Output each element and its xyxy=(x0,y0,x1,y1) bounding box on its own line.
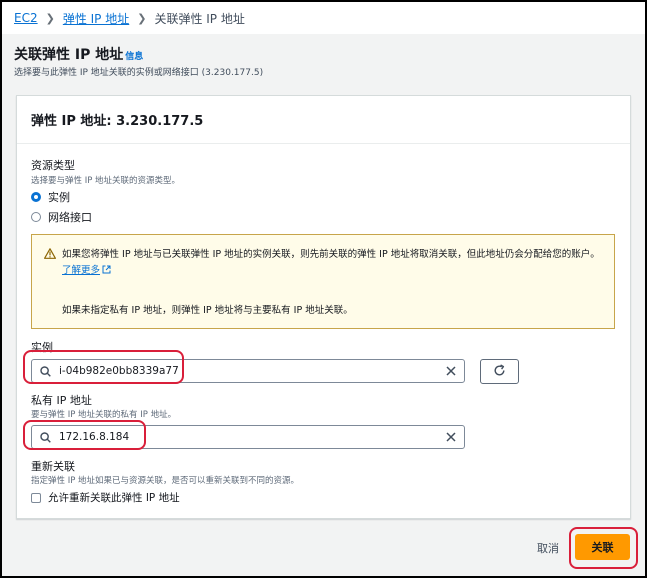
private-ip-description: 要与弹性 IP 地址关联的私有 IP 地址。 xyxy=(31,410,177,420)
alert-text-1: 如果您将弹性 IP 地址与已关联弹性 IP 地址的实例关联，则先前关联的弹性 I… xyxy=(62,249,600,260)
reassociation-label: 重新关联 xyxy=(31,460,75,473)
private-ip-value: 172.16.8.184 xyxy=(59,431,130,443)
radio-instance-label: 实例 xyxy=(48,191,70,204)
radio-network-interface[interactable]: 网络接口 xyxy=(31,209,92,225)
refresh-button[interactable] xyxy=(480,359,519,384)
breadcrumb-ec2[interactable]: EC2 xyxy=(14,11,38,25)
page-title: 关联弹性 IP 地址 xyxy=(14,47,124,63)
breadcrumb-elastic-ip[interactable]: 弹性 IP 地址 xyxy=(63,10,129,27)
info-link[interactable]: 信息 xyxy=(125,49,143,62)
allow-reassociation-control[interactable] xyxy=(31,492,41,503)
close-icon[interactable] xyxy=(446,366,456,376)
private-ip-search-input[interactable]: 172.16.8.184 xyxy=(31,425,465,449)
page-title-row: 关联弹性 IP 地址 信息 xyxy=(14,44,143,64)
instance-label: 实例 xyxy=(31,341,53,354)
warning-alert: 如果您将弹性 IP 地址与已关联弹性 IP 地址的实例关联，则先前关联的弹性 I… xyxy=(31,234,615,329)
radio-instance-control[interactable] xyxy=(31,192,41,202)
radio-instance[interactable]: 实例 xyxy=(31,189,70,205)
allow-reassociation-label: 允许重新关联此弹性 IP 地址 xyxy=(48,492,180,504)
resource-type-description: 选择要与弹性 IP 地址关联的资源类型。 xyxy=(31,176,181,186)
refresh-icon xyxy=(493,362,506,381)
learn-more-link[interactable]: 了解更多 xyxy=(62,265,111,276)
allow-reassociation-checkbox[interactable]: 允许重新关联此弹性 IP 地址 xyxy=(31,490,180,505)
search-icon xyxy=(40,431,51,443)
resource-type-label: 资源类型 xyxy=(31,159,75,172)
radio-network-interface-control[interactable] xyxy=(31,212,41,222)
elastic-ip-card: 弹性 IP 地址: 3.230.177.5 资源类型 选择要与弹性 IP 地址关… xyxy=(16,95,631,519)
alert-message-1: 如果您将弹性 IP 地址与已关联弹性 IP 地址的实例关联，则先前关联的弹性 I… xyxy=(62,247,600,279)
alert-message-2: 如果未指定私有 IP 地址，则弹性 IP 地址将与主要私有 IP 地址关联。 xyxy=(62,305,353,316)
warning-icon xyxy=(44,248,56,265)
private-ip-label: 私有 IP 地址 xyxy=(31,394,92,407)
chevron-right-icon: ❯ xyxy=(45,11,55,25)
instance-search-input[interactable]: i-04b982e0bb8339a77 xyxy=(31,359,465,383)
instance-value: i-04b982e0bb8339a77 xyxy=(59,365,179,377)
breadcrumb-current: 关联弹性 IP 地址 xyxy=(154,11,245,26)
breadcrumb: EC2 ❯ 弹性 IP 地址 ❯ 关联弹性 IP 地址 xyxy=(2,2,645,34)
cancel-button[interactable]: 取消 xyxy=(537,540,559,556)
page-description: 选择要与此弹性 IP 地址关联的实例或网络接口 (3.230.177.5) xyxy=(14,68,264,78)
external-link-icon xyxy=(100,265,111,276)
radio-network-interface-label: 网络接口 xyxy=(48,211,92,224)
associate-button[interactable]: 关联 xyxy=(575,534,630,560)
chevron-right-icon: ❯ xyxy=(137,11,147,25)
card-header: 弹性 IP 地址: 3.230.177.5 xyxy=(17,96,630,144)
close-icon[interactable] xyxy=(446,432,456,442)
search-icon xyxy=(40,365,51,377)
reassociation-description: 指定弹性 IP 地址如果已与资源关联，是否可以重新关联到不同的资源。 xyxy=(31,476,300,486)
